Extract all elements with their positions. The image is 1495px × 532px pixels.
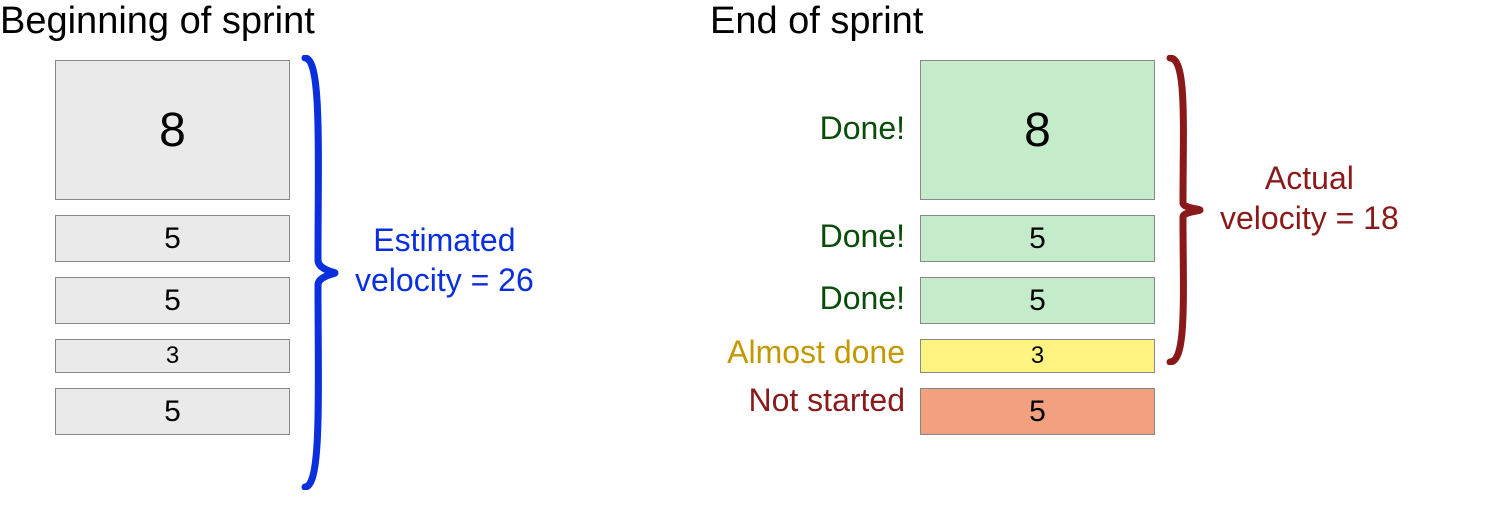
end-stack: 8 5 5 3 5 xyxy=(920,60,1155,435)
beginning-stack: 8 5 5 3 5 xyxy=(55,60,290,435)
end-title: End of sprint xyxy=(710,0,923,43)
estimated-velocity-label: Estimated velocity = 26 xyxy=(355,220,534,300)
story-card: 8 xyxy=(55,60,290,200)
status-not-started: Not started xyxy=(705,382,905,419)
actual-velocity-label: Actual velocity = 18 xyxy=(1220,158,1399,238)
actual-velocity-text-line2: velocity = 18 xyxy=(1220,200,1399,236)
story-card: 8 xyxy=(920,60,1155,200)
story-card: 5 xyxy=(920,215,1155,262)
story-card: 5 xyxy=(55,388,290,435)
beginning-title: Beginning of sprint xyxy=(0,0,315,43)
status-done: Done! xyxy=(705,218,905,255)
story-card: 3 xyxy=(920,339,1155,373)
estimated-velocity-text-line2: velocity = 26 xyxy=(355,262,534,298)
status-done: Done! xyxy=(705,280,905,317)
status-almost-done: Almost done xyxy=(705,334,905,371)
story-card: 3 xyxy=(55,339,290,373)
brace-icon xyxy=(300,55,340,490)
story-card: 5 xyxy=(55,277,290,324)
story-card: 5 xyxy=(920,277,1155,324)
estimated-velocity-text-line1: Estimated xyxy=(373,222,515,258)
status-done: Done! xyxy=(705,110,905,147)
story-card: 5 xyxy=(920,388,1155,435)
brace-icon xyxy=(1165,55,1205,365)
actual-velocity-text-line1: Actual xyxy=(1265,160,1354,196)
story-card: 5 xyxy=(55,215,290,262)
